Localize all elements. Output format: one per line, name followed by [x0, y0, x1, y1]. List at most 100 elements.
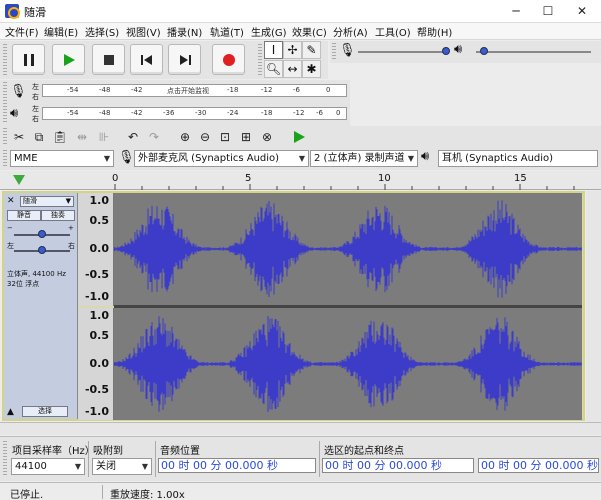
playback-volume-thumb[interactable] [480, 47, 488, 55]
zoom-out-icon[interactable]: ⊖ [196, 128, 214, 146]
record-button[interactable] [212, 44, 245, 75]
fit-selection-icon[interactable]: ⊡ [216, 128, 234, 146]
menu-view[interactable]: 视图(V) [126, 24, 161, 39]
trim-icon[interactable]: ⇹ [73, 128, 91, 146]
zoom-tool-icon[interactable]: 🔍︎ [264, 60, 283, 78]
select-track-button[interactable]: 选择 [22, 406, 68, 417]
envelope-tool-icon[interactable]: ✢ [283, 41, 302, 59]
pause-button[interactable] [12, 44, 45, 75]
timeline-ruler[interactable]: 0 5 10 15 [0, 171, 601, 190]
horizontal-scrollbar[interactable] [0, 422, 601, 435]
minimize-button[interactable]: ─ [500, 1, 532, 21]
menu-help[interactable]: 帮助(H) [417, 24, 452, 39]
track-name: 随滑 [23, 197, 37, 205]
track-info-format: 立体声, 44100 Hz [7, 270, 66, 278]
menu-tools[interactable]: 工具(O) [375, 24, 411, 39]
toolbar-grip[interactable] [258, 44, 262, 76]
menu-file[interactable]: 文件(F) [5, 24, 39, 39]
close-button[interactable]: ✕ [566, 1, 598, 21]
toolbar-grip[interactable] [3, 82, 7, 124]
skip-start-icon [141, 55, 152, 65]
audio-position-field[interactable]: 00 时 00 分 00.000 秒 [158, 458, 316, 473]
recording-device-select[interactable]: 外部麦克风 (Synaptics Audio) ▼ [134, 150, 309, 167]
device-toolbar: MME ▼ 🎙︎ 外部麦克风 (Synaptics Audio) ▼ 2 (立体… [0, 148, 601, 170]
project-rate-select[interactable]: 44100 ▼ [11, 458, 85, 475]
timeshift-tool-icon[interactable]: ↔ [283, 60, 302, 78]
meter-tick: -18 [261, 109, 273, 117]
toolbar-grip[interactable] [3, 150, 7, 168]
menu-tracks[interactable]: 轨道(T) [210, 24, 244, 39]
record-meter-icon[interactable]: 🎙︎ [10, 84, 27, 99]
meter-tick: -42 [131, 86, 143, 94]
meter-tick: 0 [336, 109, 341, 117]
meter-tick: 0 [326, 86, 331, 94]
undo-icon[interactable]: ↶ [124, 128, 142, 146]
skip-to-end-button[interactable] [168, 44, 201, 75]
record-volume-thumb[interactable] [442, 47, 450, 55]
selection-end-field[interactable]: 00 时 00 分 00.000 秒 [478, 458, 599, 473]
gain-thumb[interactable] [38, 230, 46, 238]
toolbar-grip[interactable] [3, 44, 7, 76]
mute-button[interactable]: 静音 [7, 210, 41, 221]
vertical-scrollbar[interactable] [586, 191, 601, 422]
silence-icon[interactable]: ⊪ [95, 128, 113, 146]
menu-transport[interactable]: 播录(N) [167, 24, 202, 39]
maximize-button[interactable]: ☐ [532, 1, 564, 21]
toolbar-grip[interactable] [3, 128, 7, 146]
multi-tool-icon[interactable]: ✱ [302, 60, 321, 78]
selection-start-field[interactable]: 00 时 00 分 00.000 秒 [322, 458, 474, 473]
meter-tick: -30 [195, 109, 207, 117]
cut-icon[interactable]: ✂ [10, 128, 28, 146]
meter-monitor-prompt[interactable]: 点击开始监视 [167, 86, 209, 96]
pan-thumb[interactable] [38, 246, 46, 254]
zoom-in-icon[interactable]: ⊕ [176, 128, 194, 146]
skip-to-start-button[interactable] [130, 44, 163, 75]
playback-device-select[interactable]: 耳机 (Synaptics Audio) [438, 150, 598, 167]
toolbar-grip[interactable] [332, 43, 336, 61]
waveform-right-channel[interactable] [114, 308, 582, 420]
zoom-toggle-icon[interactable]: ⊗ [258, 128, 276, 146]
meter-toolbar: 🎙︎ 左 右 -54 -48 -42 点击开始监视 -18 -12 -6 0 🔊… [0, 80, 350, 126]
audio-host-value: MME [14, 153, 38, 164]
paste-icon[interactable]: 📋︎ [51, 128, 69, 146]
menu-effect[interactable]: 效果(C) [292, 24, 327, 39]
snap-to-select[interactable]: 关闭 ▼ [92, 458, 152, 475]
recording-channels-select[interactable]: 2 (立体声) 录制声道 ▼ [310, 150, 418, 167]
record-volume-slider[interactable] [358, 51, 448, 53]
chevron-down-icon: ▼ [298, 154, 306, 163]
vertical-scale-left[interactable]: 1.0 0.5 0.0 -0.5 -1.0 [78, 193, 114, 306]
menu-select[interactable]: 选择(S) [85, 24, 119, 39]
playback-meter-icon[interactable]: 🔊︎ [10, 106, 18, 121]
close-track-icon[interactable]: ✕ [7, 196, 17, 206]
chevron-down-icon: ▼ [141, 462, 149, 471]
pan-left-label: 左 [7, 242, 14, 250]
menu-edit[interactable]: 编辑(E) [44, 24, 78, 39]
meter-tick: -36 [163, 109, 175, 117]
audacity-app-icon [5, 4, 20, 19]
play-at-speed-icon[interactable] [290, 128, 308, 146]
status-state: 已停止. [10, 490, 44, 500]
draw-tool-icon[interactable]: ✎ [302, 41, 321, 59]
record-meter[interactable]: -54 -48 -42 点击开始监视 -18 -12 -6 0 [42, 84, 347, 97]
waveform-left-channel[interactable] [114, 193, 582, 305]
vertical-scale-right[interactable]: 1.0 0.5 0.0 -0.5 -1.0 [78, 308, 114, 420]
stop-button[interactable] [92, 44, 125, 75]
selection-tool-icon[interactable]: I [264, 41, 283, 59]
play-button[interactable] [52, 44, 85, 75]
meter-tick: -18 [227, 86, 239, 94]
solo-button[interactable]: 独奏 [41, 210, 75, 221]
fit-project-icon[interactable]: ⊞ [237, 128, 255, 146]
playback-meter[interactable]: -54 -48 -42 -36 -30 -24 -18 -12 -6 0 [42, 107, 347, 120]
scale-label: 0.0 [89, 357, 110, 370]
playback-volume-slider[interactable] [476, 51, 591, 53]
collapse-track-icon[interactable]: ▲ [7, 407, 14, 417]
menu-generate[interactable]: 生成(G) [251, 24, 287, 39]
audio-host-select[interactable]: MME ▼ [10, 150, 114, 167]
copy-icon[interactable]: ⧉ [30, 128, 48, 146]
menu-analyze[interactable]: 分析(A) [333, 24, 368, 39]
toolbar-grip[interactable] [3, 441, 7, 477]
chevron-down-icon: ▼ [103, 154, 111, 163]
chevron-down-icon: ▼ [74, 462, 82, 471]
redo-icon[interactable]: ↷ [145, 128, 163, 146]
track-menu-button[interactable]: 随滑 ▼ [20, 196, 74, 207]
